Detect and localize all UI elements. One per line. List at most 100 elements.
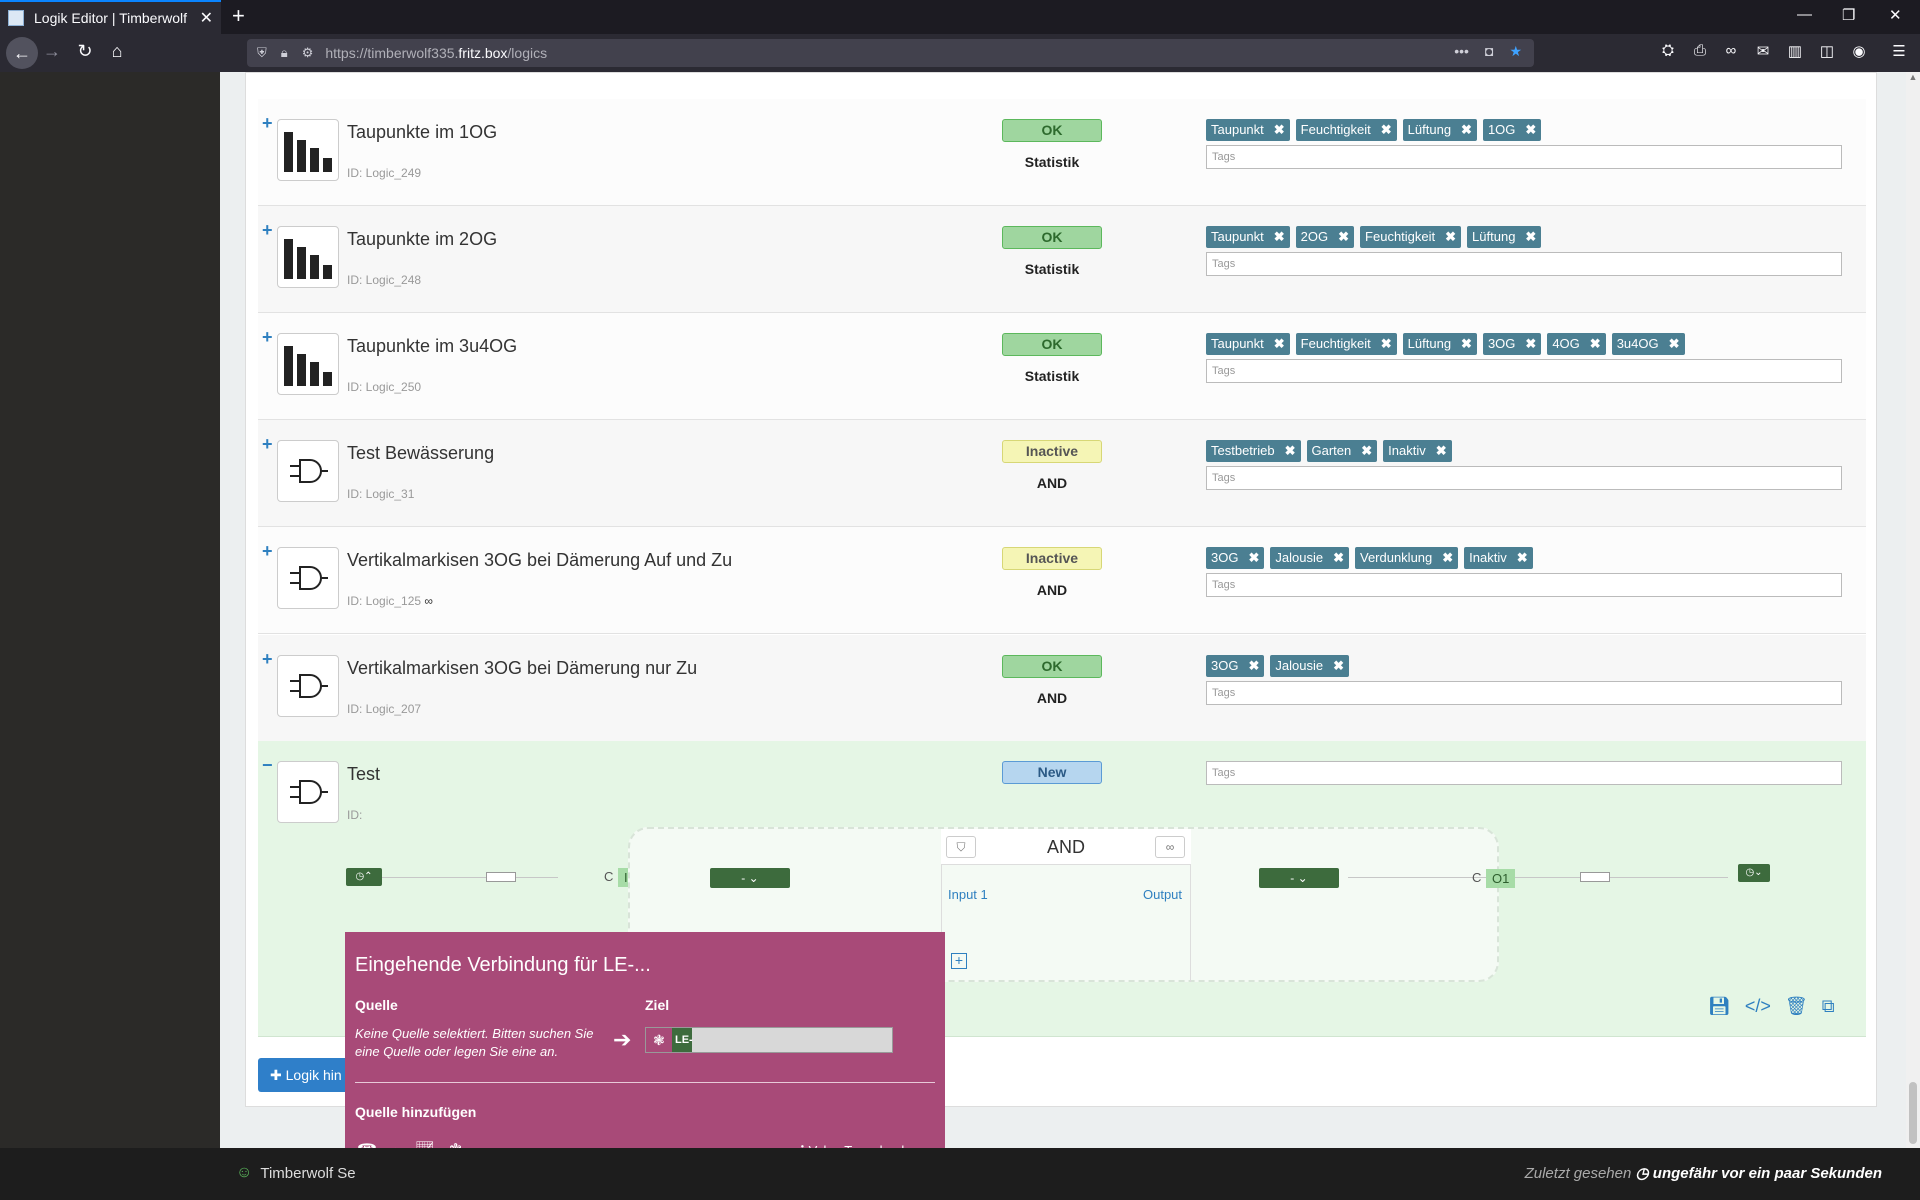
expand-icon[interactable]: + xyxy=(262,220,273,241)
logic-name[interactable]: Taupunkte im 3u4OG xyxy=(347,336,517,357)
collapse-icon[interactable]: − xyxy=(262,755,273,776)
logic-type: AND xyxy=(1036,582,1068,598)
row-actions: 💾︎ </> 🗑︎ ⧉ xyxy=(1708,996,1835,1017)
target-field: ❃ LE- xyxy=(645,1027,893,1053)
extension-icon[interactable]: ⛭ xyxy=(1658,42,1678,59)
output-selector-button[interactable]: ◷⌄ xyxy=(1738,864,1770,882)
minimize-icon[interactable]: — xyxy=(1797,6,1812,23)
remove-tag-icon[interactable]: ✖ xyxy=(1381,336,1392,351)
tag: Taupunkt ✖ xyxy=(1206,333,1290,355)
tags-input[interactable]: Tags xyxy=(1206,681,1842,705)
add-logic-button[interactable]: ✚ Logik hin xyxy=(258,1058,348,1092)
tags-input[interactable]: Tags xyxy=(1206,761,1842,785)
remove-tag-icon[interactable]: ✖ xyxy=(1274,122,1285,137)
output-o1[interactable]: O1 xyxy=(1486,869,1516,888)
remove-tag-icon[interactable]: ✖ xyxy=(1333,550,1344,565)
logic-name[interactable]: Test Bewässerung xyxy=(347,443,494,464)
library-icon[interactable]: ▥ xyxy=(1785,42,1805,60)
logic-name[interactable]: Vertikalmarkisen 3OG bei Dämerung nur Zu xyxy=(347,658,697,679)
code-icon[interactable]: </> xyxy=(1745,996,1771,1017)
page-scrollbar[interactable]: ▲ xyxy=(1906,72,1920,1148)
browser-tab[interactable]: Logik Editor | Timberwolf ✕ xyxy=(0,0,221,34)
remove-tag-icon[interactable]: ✖ xyxy=(1461,122,1472,137)
remove-tag-icon[interactable]: ✖ xyxy=(1274,336,1285,351)
more-icon[interactable]: ••• xyxy=(1454,43,1469,60)
remove-tag-icon[interactable]: ✖ xyxy=(1525,336,1536,351)
remove-tag-icon[interactable]: ✖ xyxy=(1274,229,1285,244)
add-input-button[interactable]: + xyxy=(951,953,967,969)
logic-name[interactable]: Taupunkte im 2OG xyxy=(347,229,497,250)
status-badge: OK xyxy=(1002,655,1102,678)
new-tab-button[interactable]: + xyxy=(232,4,245,28)
brain-icon: ❃ xyxy=(646,1028,672,1052)
remove-tag-icon[interactable]: ✖ xyxy=(1333,658,1344,673)
account-icon[interactable]: ◉ xyxy=(1849,42,1869,60)
lock-icon: 🔒︎ xyxy=(280,45,288,60)
mail-icon[interactable]: ✉ xyxy=(1753,42,1773,60)
tags-input[interactable]: Tags xyxy=(1206,359,1842,383)
tag-list: 3OG ✖ Jalousie ✖ Verdunklung ✖ Inaktiv ✖ xyxy=(1206,547,1533,569)
trash-icon[interactable]: 🗑︎ xyxy=(1785,996,1808,1017)
and-gate-icon xyxy=(277,547,339,609)
remove-tag-icon[interactable]: ✖ xyxy=(1525,229,1536,244)
tags-input[interactable]: Tags xyxy=(1206,145,1842,169)
logic-type: Statistik xyxy=(1024,261,1080,277)
and-gate-icon xyxy=(277,440,339,502)
output-dropdown[interactable]: - ⌄ xyxy=(1259,868,1339,888)
mask-icon[interactable]: ∞ xyxy=(1721,42,1741,59)
output-label: Output xyxy=(1143,887,1183,902)
logic-name[interactable]: Test xyxy=(347,764,380,785)
tag: Taupunkt ✖ xyxy=(1206,226,1290,248)
tag: Inaktiv ✖ xyxy=(1464,547,1533,569)
menu-icon[interactable]: ☰ xyxy=(1889,42,1909,60)
remove-tag-icon[interactable]: ✖ xyxy=(1590,336,1601,351)
close-tab-icon[interactable]: ✕ xyxy=(200,8,213,28)
bar-chart-icon xyxy=(277,226,339,288)
remove-tag-icon[interactable]: ✖ xyxy=(1361,443,1372,458)
expand-icon[interactable]: + xyxy=(262,113,273,134)
copy-icon[interactable]: ⧉ xyxy=(1822,996,1835,1017)
pocket-icon[interactable]: ◘ xyxy=(1485,43,1493,60)
tag: Feuchtigkeit ✖ xyxy=(1360,226,1462,248)
forward-button[interactable]: → xyxy=(40,41,64,62)
remove-tag-icon[interactable]: ✖ xyxy=(1248,550,1259,565)
remove-tag-icon[interactable]: ✖ xyxy=(1381,122,1392,137)
tags-input[interactable]: Tags xyxy=(1206,252,1842,276)
bookmark-star-icon[interactable]: ★ xyxy=(1509,43,1522,60)
restore-icon[interactable]: ❐ xyxy=(1842,6,1855,24)
logic-name[interactable]: Vertikalmarkisen 3OG bei Dämerung Auf un… xyxy=(347,550,732,571)
add-source-label: Quelle hinzufügen xyxy=(355,1104,477,1120)
remove-tag-icon[interactable]: ✖ xyxy=(1248,658,1259,673)
sidebar-icon[interactable]: ◫ xyxy=(1817,42,1837,60)
remove-tag-icon[interactable]: ✖ xyxy=(1285,443,1296,458)
remove-tag-icon[interactable]: ✖ xyxy=(1461,336,1472,351)
remove-tag-icon[interactable]: ✖ xyxy=(1338,229,1349,244)
expand-icon[interactable]: + xyxy=(262,327,273,348)
last-seen-text: Zuletzt gesehen ◷ ungefähr vor ein paar … xyxy=(1524,1165,1882,1182)
input-1-label: Input 1 xyxy=(948,887,988,902)
print-icon[interactable]: ⎙ xyxy=(1690,42,1710,59)
remove-tag-icon[interactable]: ✖ xyxy=(1517,550,1528,565)
close-window-icon[interactable]: ✕ xyxy=(1889,6,1902,24)
input-selector-button[interactable]: ◷⌃ xyxy=(346,868,382,886)
expand-icon[interactable]: + xyxy=(262,649,273,670)
remove-tag-icon[interactable]: ✖ xyxy=(1525,122,1536,137)
save-icon[interactable]: 💾︎ xyxy=(1708,996,1731,1017)
remove-tag-icon[interactable]: ✖ xyxy=(1445,229,1456,244)
expand-icon[interactable]: + xyxy=(262,541,273,562)
remove-tag-icon[interactable]: ✖ xyxy=(1436,443,1447,458)
tags-input[interactable]: Tags xyxy=(1206,573,1842,597)
home-button[interactable]: ⌂ xyxy=(105,41,129,62)
link-icon[interactable]: ∞ xyxy=(1155,836,1185,858)
remove-tag-icon[interactable]: ✖ xyxy=(1442,550,1453,565)
input-dropdown[interactable]: - ⌄ xyxy=(710,868,790,888)
favicon-icon xyxy=(8,10,24,26)
tags-input[interactable]: Tags xyxy=(1206,466,1842,490)
back-button[interactable]: ← xyxy=(6,37,38,69)
remove-tag-icon[interactable]: ✖ xyxy=(1669,336,1680,351)
url-bar[interactable]: ⛨ 🔒︎ ⚙ https://timberwolf335.fritz.box/l… xyxy=(247,39,1534,67)
tag: 1OG ✖ xyxy=(1482,119,1542,141)
reload-button[interactable]: ↻ xyxy=(73,41,97,62)
expand-icon[interactable]: + xyxy=(262,434,273,455)
logic-name[interactable]: Taupunkte im 1OG xyxy=(347,122,497,143)
